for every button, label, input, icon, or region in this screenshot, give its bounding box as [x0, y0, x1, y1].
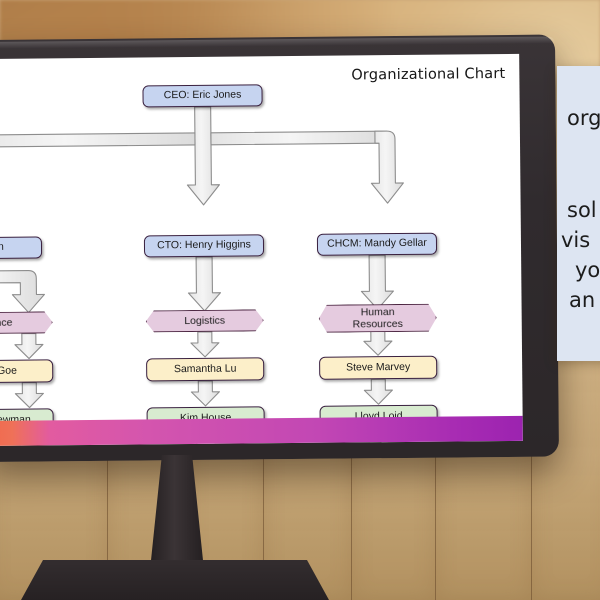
side-panel-body-line-4: an — [569, 288, 596, 312]
slide-accent-band — [0, 415, 523, 446]
hr-label-line-1: Human — [360, 305, 395, 319]
org-node-human-resources[interactable]: Human Resources — [319, 304, 437, 333]
bezel-highlight — [0, 36, 556, 49]
side-panel-body-line-2: vis — [561, 228, 591, 252]
slide-title: Organizational Chart — [351, 65, 506, 84]
org-node-finance[interactable]: Finance — [0, 311, 53, 334]
org-node-jane-goe[interactable]: Jane Goe — [0, 359, 54, 384]
org-node-logistics[interactable]: Logistics — [146, 309, 264, 332]
org-node-steve-marvey[interactable]: Steve Marvey — [319, 355, 438, 380]
monitor-screen[interactable]: Organizational Chart CEO: Eric Jones ael… — [0, 53, 523, 446]
hr-label-line-2: Resources — [352, 317, 403, 331]
monitor-frame: Organizational Chart CEO: Eric Jones ael… — [0, 34, 560, 462]
org-node-chcm[interactable]: CHCM: Mandy Gellar — [316, 232, 438, 256]
org-node-samantha-lu[interactable]: Samantha Lu — [146, 357, 265, 382]
org-node-cfo[interactable]: ael Smith — [0, 236, 43, 260]
side-panel-body-line-3: yo — [575, 258, 600, 282]
side-panel-body-line-1: sol — [567, 198, 597, 222]
org-node-cto[interactable]: CTO: Henry Higgins — [143, 234, 265, 258]
side-panel-heading-fragment: org — [567, 106, 600, 130]
slide-canvas: Organizational Chart CEO: Eric Jones ael… — [0, 54, 523, 446]
scene-photograph: Organizational Chart CEO: Eric Jones ael… — [0, 0, 600, 600]
org-node-ceo[interactable]: CEO: Eric Jones — [142, 84, 263, 108]
monitor-stand-base — [10, 560, 340, 600]
side-text-panel: org sol vis yo an — [557, 66, 600, 361]
